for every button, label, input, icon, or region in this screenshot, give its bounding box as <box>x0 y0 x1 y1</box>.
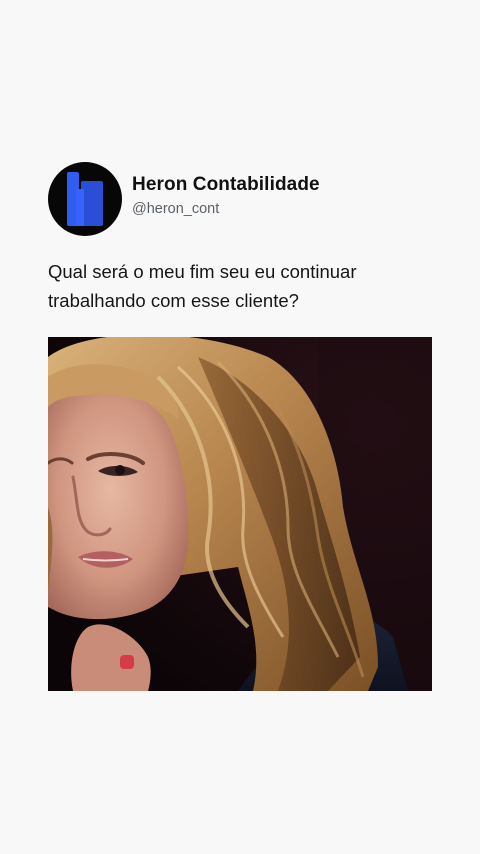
heron-logo-icon <box>67 172 103 226</box>
avatar[interactable] <box>48 162 122 236</box>
post-text: Qual será o meu fim seu eu continuar tra… <box>48 261 357 311</box>
post-header: Heron Contabilidade @heron_cont <box>48 162 432 236</box>
author-display-name[interactable]: Heron Contabilidade <box>132 173 320 197</box>
photo-illustration <box>48 337 432 691</box>
author-identity: Heron Contabilidade @heron_cont <box>132 173 320 219</box>
post-card: Heron Contabilidade @heron_cont Qual ser… <box>48 162 432 315</box>
author-handle[interactable]: @heron_cont <box>132 199 320 219</box>
post-photo[interactable] <box>48 337 432 691</box>
